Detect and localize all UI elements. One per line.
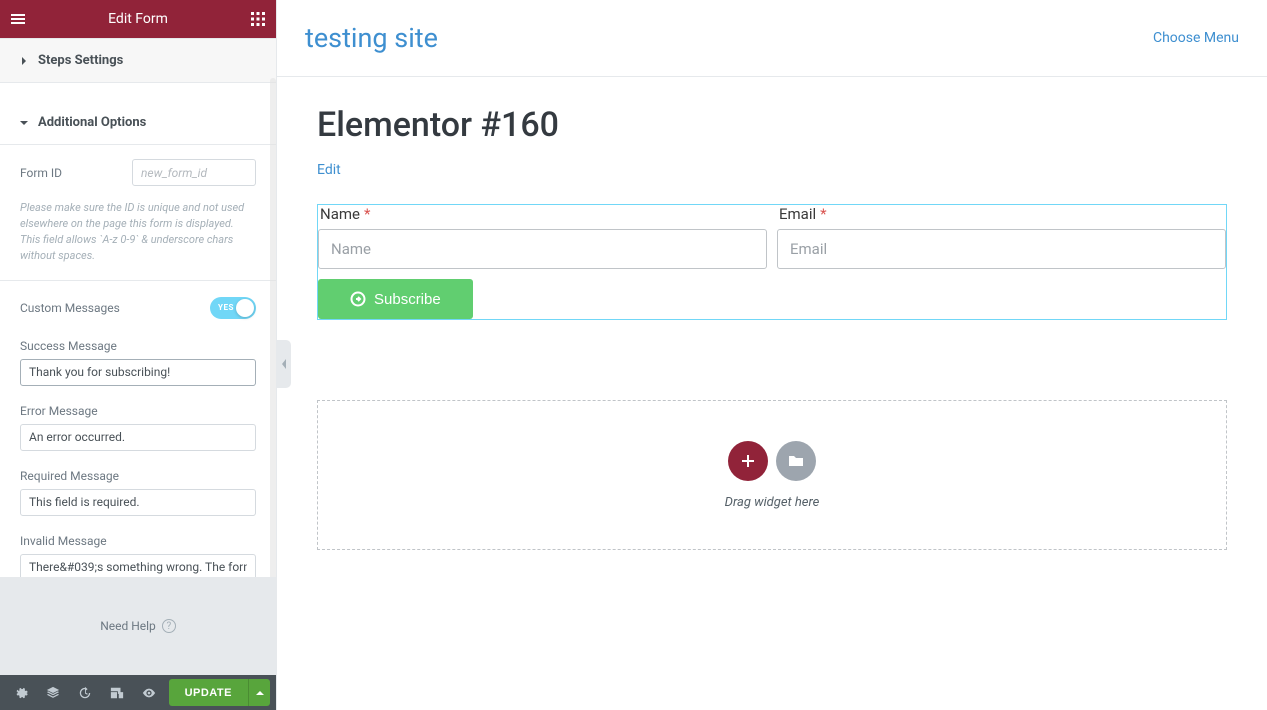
sidebar-header: Edit Form [0, 0, 276, 38]
layers-icon[interactable] [38, 675, 68, 710]
name-input[interactable] [318, 229, 767, 269]
name-field: Name* [318, 205, 767, 269]
success-message-block: Success Message [20, 331, 256, 396]
sidebar-footer: UPDATE [0, 675, 276, 710]
invalid-message-input[interactable] [20, 554, 256, 577]
settings-icon[interactable] [6, 675, 36, 710]
section-steps-settings[interactable]: Steps Settings [0, 38, 276, 83]
required-asterisk: * [364, 205, 370, 223]
update-options-button[interactable] [248, 679, 270, 706]
toggle-yes-text: YES [218, 297, 234, 319]
subscribe-button[interactable]: Subscribe [318, 279, 473, 319]
edit-link[interactable]: Edit [317, 162, 341, 178]
section-label: Additional Options [38, 115, 146, 130]
form-widget[interactable]: Name* Email* Subscribe [317, 204, 1227, 320]
toggle-knob [236, 299, 254, 317]
help-icon: ? [162, 619, 176, 633]
invalid-message-label: Invalid Message [20, 534, 256, 548]
panel-title: Edit Form [26, 11, 250, 27]
success-message-label: Success Message [20, 339, 256, 353]
name-label-text: Name [320, 205, 360, 223]
template-library-button[interactable] [776, 441, 816, 481]
panel-collapse-handle[interactable] [277, 340, 291, 388]
editor-sidebar: Edit Form Steps Settings Additional Opti… [0, 0, 277, 710]
dropzone-text: Drag widget here [725, 495, 820, 510]
choose-menu-link[interactable]: Choose Menu [1153, 30, 1239, 46]
email-input[interactable] [777, 229, 1226, 269]
error-message-block: Error Message [20, 396, 256, 461]
dropzone-buttons [728, 441, 816, 481]
arrow-right-circle-icon [350, 291, 366, 307]
success-message-input[interactable] [20, 359, 256, 386]
widget-dropzone[interactable]: Drag widget here [317, 400, 1227, 550]
error-message-input[interactable] [20, 424, 256, 451]
folder-icon [788, 453, 804, 469]
form-id-label: Form ID [20, 166, 62, 180]
responsive-icon[interactable] [102, 675, 132, 710]
required-asterisk: * [820, 205, 826, 223]
caret-right-icon [20, 57, 30, 65]
email-label-text: Email [779, 205, 816, 223]
add-section-button[interactable] [728, 441, 768, 481]
required-message-input[interactable] [20, 489, 256, 516]
site-title[interactable]: testing site [305, 22, 438, 54]
preview-icon[interactable] [134, 675, 164, 710]
need-help-label: Need Help [100, 619, 156, 633]
scrollbar[interactable] [270, 78, 276, 577]
apps-grid-icon[interactable] [250, 11, 266, 27]
page-title: Elementor #160 [317, 105, 1227, 145]
page-content: Elementor #160 Edit Name* Email* [277, 77, 1267, 610]
subscribe-label: Subscribe [374, 291, 441, 308]
update-button[interactable]: UPDATE [169, 679, 248, 706]
name-label: Name* [320, 205, 767, 223]
panel-body: Steps Settings Additional Options Form I… [0, 38, 276, 577]
update-button-group: UPDATE [169, 679, 270, 706]
history-icon[interactable] [70, 675, 100, 710]
help-area[interactable]: Need Help ? [0, 577, 276, 675]
section-label: Steps Settings [38, 53, 123, 68]
preview-area: testing site Choose Menu Elementor #160 … [277, 0, 1267, 710]
invalid-message-block: Invalid Message [20, 526, 256, 577]
menu-icon[interactable] [10, 11, 26, 27]
required-message-label: Required Message [20, 469, 256, 483]
form-row: Name* Email* [318, 205, 1226, 269]
custom-messages-label: Custom Messages [20, 301, 120, 315]
form-id-row: Form ID [20, 145, 256, 200]
site-header: testing site Choose Menu [277, 0, 1267, 77]
custom-messages-row: Custom Messages YES [20, 281, 256, 331]
plus-icon [740, 453, 756, 469]
email-field: Email* [777, 205, 1226, 269]
additional-options-content: Form ID Please make sure the ID is uniqu… [0, 145, 276, 577]
section-additional-options[interactable]: Additional Options [0, 101, 276, 145]
required-message-block: Required Message [20, 461, 256, 526]
form-id-input[interactable] [132, 159, 256, 186]
error-message-label: Error Message [20, 404, 256, 418]
form-id-hint: Please make sure the ID is unique and no… [20, 200, 256, 280]
caret-down-icon [20, 119, 30, 127]
email-label: Email* [779, 205, 1226, 223]
custom-messages-toggle[interactable]: YES [210, 297, 256, 319]
